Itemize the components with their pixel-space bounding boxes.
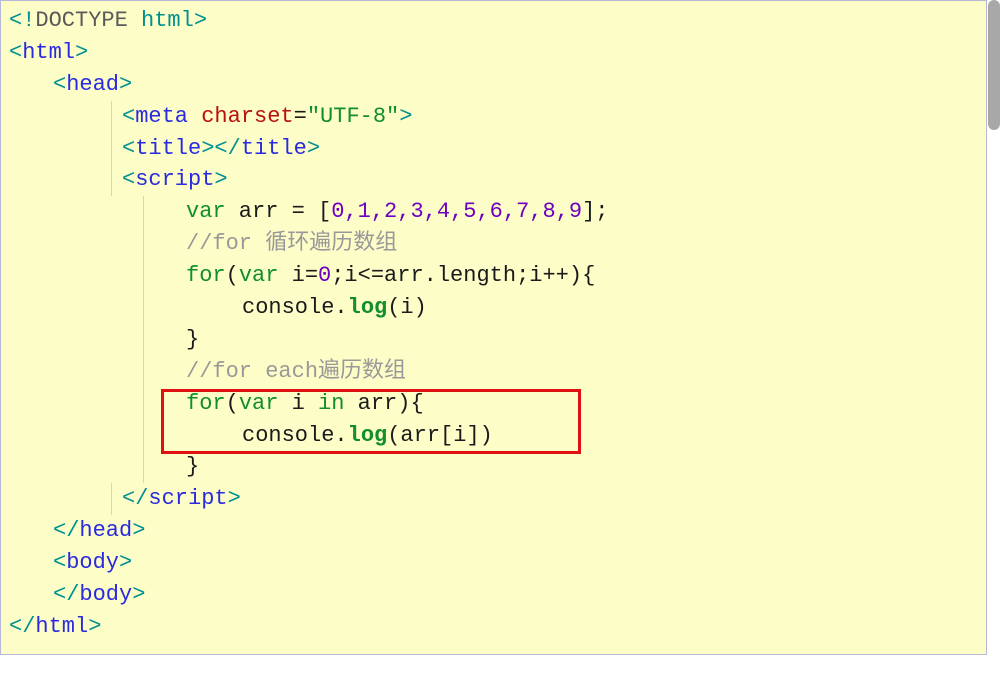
keyword-in: in [318,391,344,416]
code-line: } [143,324,986,356]
tag-meta: meta [135,104,188,129]
code-line: <!DOCTYPE html> [9,5,986,37]
tag-title-open: title [135,136,201,161]
code-text: ;i<=arr.length;i++){ [331,263,595,288]
code-line: //for 循环遍历数组 [143,228,986,260]
brace: } [186,327,199,352]
code-text: ]; [582,199,608,224]
code-line: console.log(i) [143,292,986,324]
tag-script: script [135,167,214,192]
bracket: > [132,518,145,543]
code-text: arr = [ [226,199,332,224]
code-text: console. [242,295,348,320]
keyword-var: var [186,199,226,224]
code-line: </script> [111,483,986,515]
comment: //for 循环遍历数组 [186,231,397,256]
tag-script-close: script [148,486,227,511]
doctype-keyword: DOCTYPE [35,8,127,33]
bracket: </ [122,486,148,511]
function-log: log [348,295,388,320]
bracket: < [9,40,22,65]
bracket: <! [9,8,35,33]
code-editor-viewport: <!DOCTYPE html> <html> <head> <meta char… [0,0,987,655]
space [188,104,201,129]
code-text: console. [242,423,348,448]
code-text: ( [226,391,239,416]
bracket: > [119,550,132,575]
bracket: </ [53,518,79,543]
brace: } [186,454,199,479]
doctype-html: html [128,8,194,33]
code-text: i= [278,263,318,288]
keyword-for: for [186,263,226,288]
keyword-var: var [239,263,279,288]
comment: //for each遍历数组 [186,359,406,384]
code-line: </body> [9,579,986,611]
code-text: (arr[i]) [387,423,493,448]
tag-head-close: head [79,518,132,543]
tag-body: body [66,550,119,575]
bracket: < [53,72,66,97]
equals: = [294,104,307,129]
bracket: > [214,167,227,192]
code-line: </html> [9,611,986,643]
keyword-var: var [239,391,279,416]
attr-value: "UTF-8" [307,104,399,129]
code-text: (i) [387,295,427,320]
number-list: 0,1,2,3,4,5,6,7,8,9 [331,199,582,224]
bracket: > [228,486,241,511]
bracket: > [194,8,207,33]
code-text: arr){ [344,391,423,416]
code-line: <meta charset="UTF-8"> [111,101,986,133]
code-line: <title></title> [111,133,986,165]
code-line: for(var i=0;i<=arr.length;i++){ [143,260,986,292]
bracket: < [122,136,135,161]
code-line: <body> [9,547,986,579]
code-line: </head> [9,515,986,547]
bracket: > [201,136,214,161]
tag-head: head [66,72,119,97]
bracket: > [75,40,88,65]
bracket: </ [214,136,240,161]
tag-body-close: body [79,582,132,607]
bracket: < [122,104,135,129]
bracket: > [307,136,320,161]
tag-html-close: html [35,614,88,639]
bracket: < [53,550,66,575]
code-line: for(var i in arr){ [143,388,986,420]
bracket: > [119,72,132,97]
bracket: > [88,614,101,639]
number: 0 [318,263,331,288]
attr-charset: charset [201,104,293,129]
tag-title-close: title [241,136,307,161]
function-log: log [348,423,388,448]
code-line: <head> [9,69,986,101]
code-line: console.log(arr[i]) [143,420,986,452]
code-line: var arr = [0,1,2,3,4,5,6,7,8,9]; [143,196,986,228]
code-line: <script> [111,164,986,196]
code-line: } [143,451,986,483]
bracket: < [122,167,135,192]
scrollbar-thumb[interactable] [988,0,1000,130]
keyword-for: for [186,391,226,416]
bracket: </ [53,582,79,607]
tag-html: html [22,40,75,65]
bracket: > [132,582,145,607]
code-line: <html> [9,37,986,69]
code-text: i [278,391,318,416]
code-line: //for each遍历数组 [143,356,986,388]
bracket: > [399,104,412,129]
code-text: ( [226,263,239,288]
bracket: </ [9,614,35,639]
